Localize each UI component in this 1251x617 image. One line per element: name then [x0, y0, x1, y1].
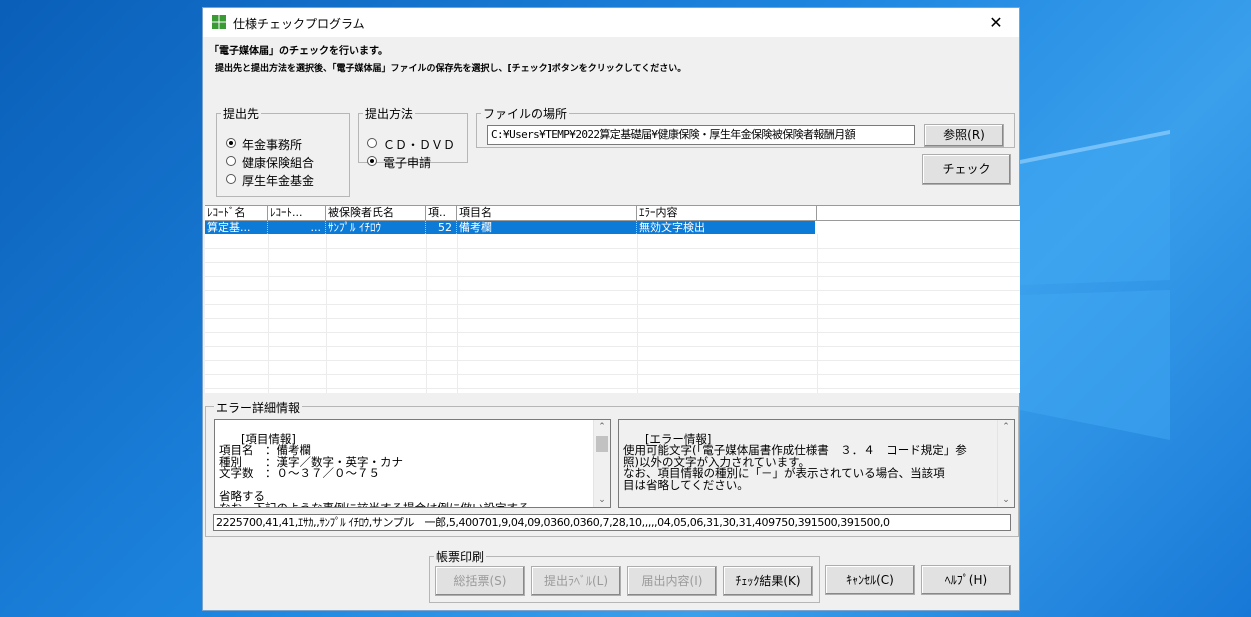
grid-line: [205, 346, 1020, 347]
grid-line: [205, 388, 1020, 389]
grid-line: [268, 234, 269, 393]
grid-line: [205, 248, 1020, 249]
grid-line: [326, 234, 327, 393]
column-header-insured-name[interactable]: 被保険者氏名: [326, 206, 426, 220]
grid-line: [205, 374, 1020, 375]
grid-line: [205, 304, 1020, 305]
radio-pension-fund[interactable]: 厚生年金基金: [226, 172, 314, 189]
cell-item-name: 備考欄: [457, 221, 637, 234]
grid-line: [817, 234, 818, 393]
scroll-down-icon[interactable]: ⌄: [594, 493, 610, 507]
method-group: 提出方法 ＣＤ・ＤＶＤ 電子申請: [358, 105, 468, 170]
report-print-group: 帳票印刷 総括票(S) 提出ﾗﾍﾞﾙ(L) 届出内容(I) ﾁｪｯｸ結果(K): [429, 548, 820, 603]
radio-electronic-application[interactable]: 電子申請: [367, 154, 431, 171]
cell-record-no: ...: [268, 221, 326, 234]
scroll-thumb[interactable]: [596, 436, 608, 452]
radio-unchecked-icon: [226, 156, 236, 166]
grid-line: [205, 332, 1020, 333]
record-data-field[interactable]: 2225700,41,41,ｴｻｶ,,ｻﾝﾌﾟﾙ ｲﾁﾛｳ,サンプル 一郎,5,…: [213, 514, 1011, 531]
cell-error-content: 無効文字検出: [639, 221, 705, 234]
column-header-record-name[interactable]: ﾚｺｰﾄﾞ名: [205, 206, 268, 220]
check-program-window: 仕様チェックプログラム ✕ 「電子媒体届」のチェックを行います。 提出先と提出方…: [202, 7, 1020, 611]
grid-line: [637, 234, 638, 393]
radio-health-insurance-union[interactable]: 健康保険組合: [226, 154, 314, 171]
grid-line: [205, 318, 1020, 319]
radio-unchecked-icon: [226, 174, 236, 184]
windows-logo: [1020, 130, 1170, 440]
radio-checked-icon: [367, 156, 377, 166]
grid-line: [426, 234, 427, 393]
radio-checked-icon: [226, 138, 236, 148]
column-header-item-no[interactable]: 項..: [426, 206, 457, 220]
intro-text: 「電子媒体届」のチェックを行います。: [209, 46, 388, 57]
browse-button[interactable]: 参照(R): [924, 124, 1004, 147]
cell-item-no: 52: [426, 221, 457, 234]
radio-cd-dvd[interactable]: ＣＤ・ＤＶＤ: [367, 136, 455, 153]
result-grid[interactable]: ﾚｺｰﾄﾞ名 ﾚｺｰﾄ... 被保険者氏名 項.. 項目名 ｴﾗｰ内容 算定基.…: [205, 205, 1020, 393]
grid-line: [205, 262, 1020, 263]
destination-group: 提出先 年金事務所 健康保険組合 厚生年金基金: [216, 105, 350, 197]
cell-record-name: 算定基...: [205, 221, 268, 234]
scroll-up-icon[interactable]: ⌃: [998, 420, 1014, 434]
grid-header: ﾚｺｰﾄﾞ名 ﾚｺｰﾄ... 被保険者氏名 項.. 項目名 ｴﾗｰ内容: [205, 206, 1020, 221]
error-info-text: [エラー情報] 使用可能文字(「電子媒体届書作成仕様書 ３．４ コード規定」参 …: [623, 431, 967, 492]
grid-line: [205, 360, 1020, 361]
grid-line: [457, 234, 458, 393]
check-button[interactable]: チェック: [922, 154, 1011, 185]
error-info-scrollbar[interactable]: ⌃ ⌄: [997, 420, 1014, 507]
radio-unchecked-icon: [367, 138, 377, 148]
cell-insured-name: ｻﾝﾌﾟﾙ ｲﾁﾛｳ: [326, 221, 426, 234]
error-info-textbox[interactable]: [エラー情報] 使用可能文字(「電子媒体届書作成仕様書 ３．４ コード規定」参 …: [618, 419, 1015, 508]
item-info-textbox[interactable]: [項目情報] 項目名 ：備考欄 種別 ：漢字／数字・英字・カナ 文字数 ：０～３…: [214, 419, 611, 508]
summary-sheet-button[interactable]: 総括票(S): [435, 566, 525, 596]
method-legend: 提出方法: [365, 107, 414, 121]
table-row[interactable]: 算定基... ... ｻﾝﾌﾟﾙ ｲﾁﾛｳ 52 備考欄 無効文字検出: [205, 221, 815, 234]
submission-label-button[interactable]: 提出ﾗﾍﾞﾙ(L): [531, 566, 621, 596]
scroll-down-icon[interactable]: ⌄: [998, 493, 1014, 507]
scroll-up-icon[interactable]: ⌃: [594, 420, 610, 434]
window-title: 仕様チェックプログラム: [233, 17, 365, 31]
title-bar: 仕様チェックプログラム ✕: [203, 8, 1019, 37]
close-button[interactable]: ✕: [973, 8, 1019, 37]
column-header-record-no[interactable]: ﾚｺｰﾄ...: [268, 206, 326, 220]
item-info-text: [項目情報] 項目名 ：備考欄 種別 ：漢字／数字・英字・カナ 文字数 ：０～３…: [219, 431, 530, 508]
app-icon: [211, 14, 227, 30]
report-contents-button[interactable]: 届出内容(I): [627, 566, 717, 596]
error-detail-legend: エラー詳細情報: [214, 399, 303, 416]
column-header-item-name[interactable]: 項目名: [457, 206, 637, 220]
item-info-scrollbar[interactable]: ⌃ ⌄: [593, 420, 610, 507]
column-header-error-content[interactable]: ｴﾗｰ内容: [637, 206, 817, 220]
report-print-legend: 帳票印刷: [436, 550, 485, 564]
instruction-text: 提出先と提出方法を選択後、「電子媒体届」ファイルの保存先を選択し、[チェック]ボ…: [215, 64, 687, 74]
help-button[interactable]: ﾍﾙﾌﾟ(H): [921, 565, 1011, 595]
radio-pension-office[interactable]: 年金事務所: [226, 136, 302, 153]
file-path-field[interactable]: C:¥Users¥TEMP¥2022算定基礎届¥健康保険・厚生年金保険被保険者報…: [487, 125, 915, 145]
check-result-button[interactable]: ﾁｪｯｸ結果(K): [723, 566, 813, 596]
grid-line: [205, 290, 1020, 291]
destination-legend: 提出先: [223, 107, 260, 121]
file-location-group: ファイルの場所 C:¥Users¥TEMP¥2022算定基礎届¥健康保険・厚生年…: [476, 105, 1015, 148]
grid-line: [205, 276, 1020, 277]
file-location-legend: ファイルの場所: [483, 107, 568, 121]
cancel-button[interactable]: ｷｬﾝｾﾙ(C): [825, 565, 915, 595]
